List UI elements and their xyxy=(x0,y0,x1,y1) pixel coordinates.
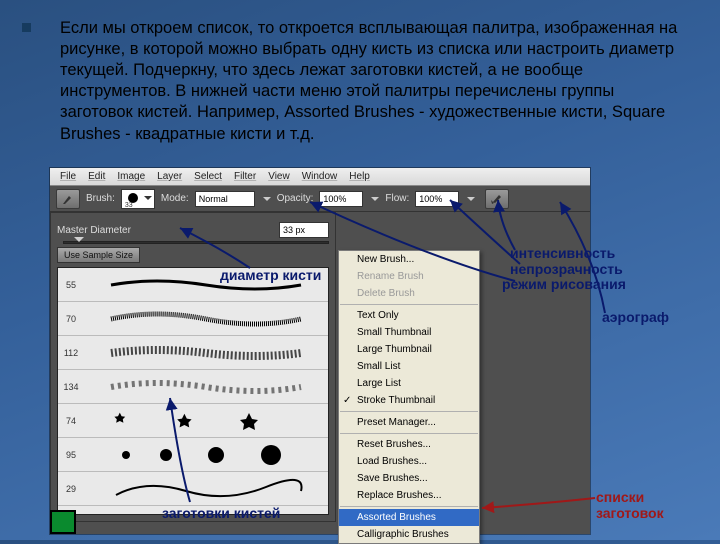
menu-item[interactable]: Delete Brush xyxy=(339,285,479,302)
opacity-label: Opacity: xyxy=(277,193,314,204)
slide-paragraph: Если мы откроем список, то откроется всп… xyxy=(60,18,690,145)
menu-select[interactable]: Select xyxy=(188,171,228,182)
menu-item[interactable]: Large List xyxy=(339,375,479,392)
menu-item[interactable]: New Brush... xyxy=(339,251,479,268)
menu-item[interactable]: Rename Brush xyxy=(339,268,479,285)
brush-preset-picker[interactable]: 33 xyxy=(121,189,155,209)
callout-lists: списки xyxy=(596,490,644,505)
menu-help[interactable]: Help xyxy=(343,171,376,182)
menu-item[interactable]: Small Thumbnail xyxy=(339,324,479,341)
menu-item[interactable]: Calligraphic Brushes xyxy=(339,526,479,543)
bullet-marker xyxy=(22,23,31,32)
callout-intensity: интенсивность xyxy=(510,246,615,261)
menu-item[interactable]: Large Thumbnail xyxy=(339,341,479,358)
menu-file[interactable]: File xyxy=(54,171,82,182)
list-item: 74 xyxy=(58,404,328,438)
flow-field[interactable]: 100% xyxy=(415,191,459,207)
master-diameter-field[interactable]: 33 px xyxy=(279,222,329,238)
menu-item[interactable]: Replace Brushes... xyxy=(339,487,479,504)
brush-tool-icon[interactable] xyxy=(56,189,80,209)
menu-item[interactable]: Save Brushes... xyxy=(339,470,479,487)
menu-window[interactable]: Window xyxy=(296,171,344,182)
callout-diameter: диаметр кисти xyxy=(220,268,321,283)
opacity-field[interactable]: 100% xyxy=(319,191,363,207)
brush-palette: Master Diameter 33 px Use Sample Size 55… xyxy=(50,212,336,522)
menu-filter[interactable]: Filter xyxy=(228,171,262,182)
list-item: 95 xyxy=(58,438,328,472)
menu-item[interactable]: Preset Manager... xyxy=(339,414,479,431)
menu-item[interactable]: Stroke Thumbnail xyxy=(339,392,479,409)
menu-edit[interactable]: Edit xyxy=(82,171,111,182)
menu-item[interactable]: Reset Brushes... xyxy=(339,436,479,453)
callout-mode: режим рисования xyxy=(502,277,626,292)
use-sample-size-button[interactable]: Use Sample Size xyxy=(57,247,140,263)
brush-label: Brush: xyxy=(86,193,115,204)
chevron-down-icon xyxy=(467,197,475,205)
chevron-down-icon xyxy=(263,197,271,205)
mode-select[interactable]: Normal xyxy=(195,191,255,207)
options-bar: Brush: 33 Mode: Normal Opacity: 100% Flo… xyxy=(50,186,590,212)
palette-context-menu: New Brush...Rename BrushDelete Brush Text… xyxy=(338,250,480,544)
diameter-slider[interactable] xyxy=(63,241,329,244)
callout-opacity: непрозрачность xyxy=(510,262,623,277)
menu-item[interactable]: Text Only xyxy=(339,307,479,324)
master-diameter-label: Master Diameter xyxy=(57,225,131,236)
menu-item[interactable]: Load Brushes... xyxy=(339,453,479,470)
callout-presets: заготовки кистей xyxy=(162,506,280,521)
callout-lists2: заготовок xyxy=(596,506,664,521)
callout-airbrush: аэрограф xyxy=(602,310,669,325)
list-item: 134 xyxy=(58,370,328,404)
color-swatch[interactable] xyxy=(50,510,76,534)
list-item: 70 xyxy=(58,302,328,336)
menu-image[interactable]: Image xyxy=(111,171,151,182)
chevron-down-icon xyxy=(371,197,379,205)
photoshop-screenshot: File Edit Image Layer Select Filter View… xyxy=(50,168,590,534)
menu-item[interactable]: Assorted Brushes xyxy=(339,509,479,526)
mode-label: Mode: xyxy=(161,193,189,204)
flow-label: Flow: xyxy=(385,193,409,204)
airbrush-toggle-icon[interactable] xyxy=(485,189,509,209)
list-item: 112 xyxy=(58,336,328,370)
menu-layer[interactable]: Layer xyxy=(151,171,188,182)
menu-item[interactable]: Small List xyxy=(339,358,479,375)
menu-view[interactable]: View xyxy=(262,171,296,182)
brush-preset-list[interactable]: 55 70 112 134 74 95 29 xyxy=(57,267,329,515)
menubar: File Edit Image Layer Select Filter View… xyxy=(50,168,590,186)
list-item: 29 xyxy=(58,472,328,506)
